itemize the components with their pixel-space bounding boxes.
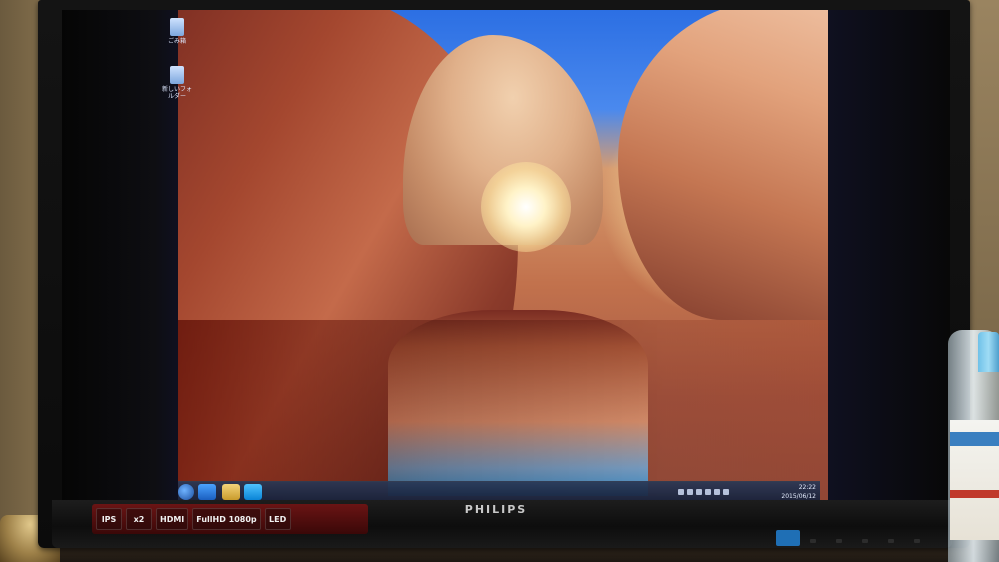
recycle-bin-icon bbox=[170, 18, 184, 36]
taskbar-clock[interactable]: 22:22 2015/06/12 bbox=[772, 483, 816, 501]
bottle-label bbox=[950, 420, 999, 540]
tray-ime-icon[interactable] bbox=[714, 489, 720, 495]
desktop-wallpaper bbox=[178, 10, 828, 506]
screen-left-dark-area bbox=[62, 10, 178, 506]
desktop-icon-recycle-bin[interactable]: ごみ箱 bbox=[162, 18, 192, 45]
rock-wall-right bbox=[618, 10, 828, 320]
clock-time: 22:22 bbox=[798, 484, 816, 491]
system-tray bbox=[678, 486, 768, 498]
sticker-led: LED bbox=[264, 508, 291, 530]
monitor-brand-logo: PHILIPS bbox=[464, 503, 528, 516]
feature-sticker-strip: IPS x2 HDMI FullHD 1080p LED bbox=[92, 504, 368, 534]
monitor-button[interactable] bbox=[914, 539, 920, 543]
label-stripe bbox=[950, 432, 999, 446]
tray-windows-icon[interactable] bbox=[723, 489, 729, 495]
ie-icon[interactable] bbox=[198, 484, 216, 500]
tray-help-icon[interactable] bbox=[705, 489, 711, 495]
rock-floor bbox=[178, 320, 828, 500]
monitor-buttons bbox=[810, 539, 920, 545]
label-stripe bbox=[950, 490, 999, 498]
skype-icon[interactable] bbox=[244, 484, 262, 500]
screen-right-dark-area bbox=[828, 10, 950, 506]
sticker-fullhd: FullHD 1080p bbox=[192, 508, 261, 530]
sticker-ips: IPS bbox=[96, 508, 122, 530]
energy-star-icon bbox=[776, 530, 800, 546]
desktop-icon-label: 新しいフォルダー bbox=[162, 86, 193, 100]
tray-volume-icon[interactable] bbox=[696, 489, 702, 495]
windows-start-icon[interactable] bbox=[178, 484, 194, 500]
monitor-button[interactable] bbox=[810, 539, 816, 543]
monitor-button[interactable] bbox=[836, 539, 842, 543]
folder-icon[interactable] bbox=[222, 484, 240, 500]
sticker-hdmi: HDMI bbox=[156, 508, 189, 530]
monitor-button[interactable] bbox=[888, 539, 894, 543]
monitor-button[interactable] bbox=[862, 539, 868, 543]
sun-glare bbox=[481, 162, 571, 252]
bottle-cap bbox=[978, 332, 999, 372]
folder-icon bbox=[170, 66, 184, 84]
tray-network-icon[interactable] bbox=[687, 489, 693, 495]
desktop-icon-label: ごみ箱 bbox=[167, 38, 186, 45]
desktop-icon-new-folder[interactable]: 新しいフォルダー bbox=[162, 66, 192, 100]
tray-flag-icon[interactable] bbox=[678, 489, 684, 495]
sticker-x2: x2 bbox=[126, 508, 152, 530]
